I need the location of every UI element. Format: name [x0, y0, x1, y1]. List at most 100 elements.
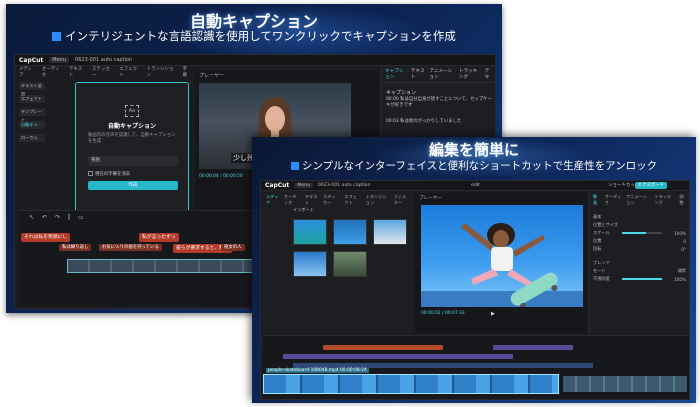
cursor-icon[interactable]: ↖: [29, 214, 34, 222]
property-label: モード: [593, 268, 606, 273]
tab-adjust[interactable]: 調整: [679, 194, 686, 206]
timeline-tools: ↖ ↶ ↷ ⫿ ▭: [29, 214, 84, 222]
tab-effects[interactable]: エフェクト: [344, 194, 360, 206]
menu-button[interactable]: Menu: [294, 183, 313, 188]
delete-icon[interactable]: ▭: [78, 214, 84, 222]
tab-caption[interactable]: キャプション: [385, 68, 407, 80]
checkbox-label: 現在の字幕を消去: [95, 172, 131, 177]
caption-tabs: キャプション テキスト アニメーション トラッキング テキ: [382, 66, 495, 83]
media-tabs: メディア オーディオ テキスト ステッカー エフェクト トランジション フィルタ…: [263, 193, 413, 207]
timecode: 00:00:02 / 00:07:33: [421, 311, 465, 316]
title-bar: CapCut Menu 0623-001 auto caption: [15, 55, 495, 66]
media-thumbnail[interactable]: [293, 219, 327, 245]
property-row[interactable]: スケール 100%: [590, 229, 689, 237]
play-icon[interactable]: ▶: [491, 311, 495, 317]
tab-animation[interactable]: アニメーション: [429, 68, 454, 80]
player-title: プレーヤー: [199, 73, 225, 79]
panel-easy-edit: 編集を簡単に シンプルなインターフェイスと便利なショートカットで生産性をアンロッ…: [252, 137, 696, 403]
tab-filter[interactable]: フィルター: [394, 194, 410, 206]
media-thumbnail[interactable]: [293, 251, 327, 277]
tab-text[interactable]: テキスト: [69, 66, 86, 78]
subtitle-clip[interactable]: お気に入りの歯を持っている: [99, 244, 162, 251]
left-nav-item[interactable]: ローカル: [19, 134, 45, 142]
property-row[interactable]: 回転 0°: [590, 245, 689, 253]
time-ruler: [275, 336, 685, 342]
caption-text: 私は自分自身が話すことについて、カップケーキが好きです: [386, 97, 492, 108]
text-track[interactable]: [493, 345, 573, 350]
import-label[interactable]: インポート: [293, 207, 314, 213]
left-nav-item[interactable]: エフェクト: [19, 95, 45, 103]
tab-effects[interactable]: エフェクト: [119, 66, 140, 78]
panel2-subtitle: シンプルなインターフェイスと便利なショートカットで生産性をアンロック: [252, 158, 696, 173]
property-value[interactable]: 0°: [681, 247, 686, 252]
video-preview: [421, 205, 583, 307]
split-icon[interactable]: ⫿: [68, 214, 70, 222]
caption-text: 私は他のがっかりしていました: [400, 119, 462, 124]
property-row[interactable]: モード 通常: [590, 267, 689, 275]
tab-audio[interactable]: オーディオ: [42, 66, 63, 78]
tab-media[interactable]: メディア: [19, 66, 36, 78]
tab-media[interactable]: メディア: [266, 194, 279, 206]
media-thumbnail[interactable]: [333, 251, 367, 277]
tab-transition[interactable]: トランジション: [147, 66, 177, 78]
tab-tracking[interactable]: トラッキング: [654, 194, 674, 206]
bullet-icon: [290, 162, 299, 170]
property-value[interactable]: 0: [683, 239, 686, 244]
tab-transition[interactable]: トランジション: [366, 194, 389, 206]
subtitle-clip[interactable]: 私が言ったずっ: [139, 233, 179, 242]
opacity-slider[interactable]: [621, 278, 662, 280]
video-clip[interactable]: people-skateboard-108048.mp4 00:00:08:24: [263, 368, 559, 394]
tab-sticker[interactable]: ステッカー: [323, 194, 339, 206]
media-thumbnail[interactable]: [333, 219, 367, 245]
property-row[interactable]: 位置 0: [590, 237, 689, 245]
property-row[interactable]: 不透明度 100%: [590, 275, 689, 283]
scale-slider[interactable]: [621, 232, 662, 234]
property-label: 位置とサイズ: [593, 222, 618, 227]
tab-captions[interactable]: 字幕: [182, 66, 191, 78]
dialog-title: 自動キャプション: [107, 123, 156, 130]
tab-text[interactable]: テキスト: [305, 194, 318, 206]
effect-track[interactable]: [323, 345, 443, 350]
left-nav-item[interactable]: テンプレート: [19, 108, 45, 122]
property-row: 位置とサイズ: [590, 221, 689, 229]
property-value[interactable]: 100%: [674, 277, 686, 282]
tab-more[interactable]: テキ: [485, 68, 492, 80]
checkbox-icon[interactable]: [88, 171, 93, 176]
export-button[interactable]: エクスポート: [634, 182, 667, 189]
redo-icon[interactable]: ↷: [55, 214, 60, 222]
blend-mode-select[interactable]: 通常: [678, 268, 686, 274]
caption-row[interactable]: 00:03 私は他のがっかりしていました: [386, 118, 492, 124]
subtitle-clip[interactable]: 彼女の人: [221, 244, 245, 251]
property-value[interactable]: 100%: [674, 231, 686, 236]
video-clip[interactable]: [67, 259, 277, 273]
text-track[interactable]: [283, 354, 513, 359]
caption-row[interactable]: 00:00 私は自分自身が話すことについて、カップケーキが好きです: [386, 96, 492, 108]
left-nav-item-auto-caption[interactable]: 自動キャ: [19, 121, 45, 129]
capcut-logo: CapCut: [19, 56, 44, 64]
property-label: 不透明度: [593, 276, 610, 281]
tab-text[interactable]: テキスト: [411, 68, 426, 80]
menu-button[interactable]: Menu: [49, 57, 70, 63]
dialog-description: 動画内の音声を認識して、自動キャプションを生成: [88, 133, 176, 144]
subtitle-clip[interactable]: それは私を笑顔にし: [21, 233, 71, 242]
window-title: edit: [471, 183, 480, 188]
tab-animation[interactable]: アニメーション: [626, 194, 649, 206]
tab-sticker[interactable]: ステッカー: [92, 66, 113, 78]
property-label: スケール: [593, 230, 610, 235]
language-select[interactable]: 英語: [88, 156, 178, 166]
clear-captions-checkbox[interactable]: 現在の字幕を消去: [88, 171, 130, 177]
subtitle-clip[interactable]: 私は繰り返し: [59, 244, 92, 251]
tab-tracking[interactable]: トラッキング: [459, 68, 481, 80]
tab-audio[interactable]: オーディオ: [605, 194, 621, 206]
caption-time: 00:00: [386, 97, 399, 102]
video-clip[interactable]: [563, 376, 687, 392]
caption-icon: Aa: [125, 105, 139, 117]
panel1-subtitle-text: インテリジェントな言語認識を使用してワンクリックでキャプションを作成: [65, 29, 456, 43]
property-row: 基本: [590, 213, 689, 221]
create-button[interactable]: 作成: [88, 181, 178, 190]
tab-video[interactable]: 動画: [593, 194, 600, 206]
undo-icon[interactable]: ↶: [42, 214, 47, 222]
media-thumbnail[interactable]: [373, 219, 407, 245]
left-nav-item[interactable]: テキスト追加: [19, 82, 45, 96]
tab-audio[interactable]: オーディオ: [284, 194, 300, 206]
